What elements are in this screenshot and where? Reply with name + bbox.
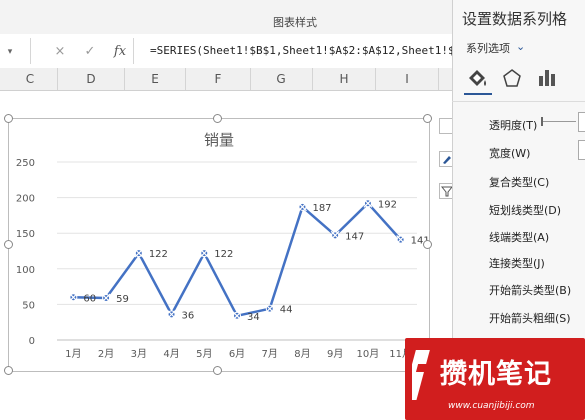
- fill-line-icon[interactable]: [465, 66, 491, 90]
- data-label: 44: [280, 305, 293, 316]
- column-separator: [438, 68, 439, 90]
- resize-handle-bottom[interactable]: [213, 366, 222, 375]
- line-chart[interactable]: 销量 0 50 100 150 200 250 1月 2月 3月 4月 5月 6月 7月 8月 9月 10月…: [9, 119, 429, 371]
- name-box-dropdown-icon[interactable]: ▾: [0, 43, 20, 61]
- formula-input[interactable]: =SERIES(Sheet1!$B$1,Sheet1!$A$2:$A$12,Sh…: [150, 44, 452, 57]
- data-label: 122: [214, 249, 233, 260]
- data-label: 59: [116, 294, 129, 305]
- column-header-i[interactable]: I: [392, 72, 422, 88]
- data-label: 122: [149, 249, 168, 260]
- resize-handle-right[interactable]: [423, 240, 432, 249]
- series-options-bar-icon[interactable]: [534, 66, 560, 90]
- series-options-dropdown[interactable]: 系列选项: [466, 40, 510, 56]
- data-label: 36: [182, 310, 195, 321]
- cancel-icon[interactable]: ×: [50, 43, 70, 61]
- name-box-divider: [30, 38, 31, 64]
- transparency-input[interactable]: [578, 112, 585, 132]
- resize-handle-left[interactable]: [4, 240, 13, 249]
- series-marker[interactable]: [265, 304, 275, 314]
- column-separator: [250, 68, 251, 90]
- ribbon-strip: [0, 0, 452, 35]
- y-tick-label: 250: [16, 158, 35, 169]
- x-tick-label: 6月: [229, 348, 245, 360]
- x-tick-label: 1月: [65, 348, 81, 360]
- watermark-text: 攒机笔记: [440, 359, 552, 390]
- option-begin-arrow-type[interactable]: 开始箭头类型(B): [489, 282, 571, 298]
- column-separator: [57, 68, 58, 90]
- y-tick-label: 50: [22, 300, 35, 311]
- x-tick-label: 9月: [327, 348, 343, 360]
- active-tab-indicator: [464, 93, 492, 95]
- formula-bar-divider: [133, 38, 134, 64]
- chevron-down-icon[interactable]: ⌄: [516, 40, 525, 53]
- resize-handle-top-right[interactable]: [423, 114, 432, 123]
- data-label: 34: [247, 312, 260, 323]
- x-tick-label: 5月: [196, 348, 212, 360]
- option-dash-type[interactable]: 短划线类型(D): [489, 202, 561, 218]
- option-join-type[interactable]: 连接类型(J): [489, 255, 545, 271]
- resize-handle-bottom-left[interactable]: [4, 366, 13, 375]
- data-label: 147: [345, 231, 364, 242]
- column-header-e[interactable]: E: [140, 72, 170, 88]
- option-transparency: 透明度(T): [489, 119, 538, 132]
- width-input[interactable]: [578, 140, 585, 160]
- column-header-f[interactable]: F: [203, 72, 233, 88]
- column-header-h[interactable]: H: [329, 72, 359, 88]
- pane-title: 设置数据系列格: [462, 10, 568, 28]
- series-marker[interactable]: [199, 248, 209, 258]
- y-tick-label: 0: [29, 336, 35, 347]
- option-cap-type[interactable]: 线端类型(A): [489, 229, 549, 245]
- option-compound-type[interactable]: 复合类型(C): [489, 174, 549, 190]
- effects-pentagon-icon[interactable]: [499, 66, 525, 90]
- resize-handle-top-left[interactable]: [4, 114, 13, 123]
- column-header-c[interactable]: C: [15, 72, 45, 88]
- option-begin-arrow-size[interactable]: 开始箭头粗细(S): [489, 310, 571, 326]
- column-header-g[interactable]: G: [266, 72, 296, 88]
- data-label: 192: [378, 199, 397, 210]
- series-marker[interactable]: [232, 311, 242, 321]
- insert-function-icon[interactable]: fx: [110, 43, 130, 61]
- series-marker[interactable]: [363, 198, 373, 208]
- x-tick-label: 10月: [357, 348, 380, 360]
- option-width: 宽度(W): [489, 147, 531, 160]
- series-marker[interactable]: [330, 230, 340, 240]
- x-tick-label: 7月: [262, 348, 278, 360]
- watermark-url: www.cuanjibiji.com: [448, 401, 535, 411]
- series-marker[interactable]: [167, 309, 176, 319]
- y-tick-label: 100: [16, 265, 35, 276]
- ribbon-group-title: 图表样式: [273, 16, 317, 29]
- series-marker[interactable]: [68, 292, 78, 302]
- y-axis-ticks: 0 50 100 150 200 250: [16, 158, 35, 347]
- data-label: 60: [83, 293, 96, 304]
- data-label: 187: [312, 203, 331, 214]
- x-tick-label: 8月: [294, 348, 310, 360]
- column-separator: [312, 68, 313, 90]
- x-tick-label: 4月: [163, 348, 179, 360]
- column-separator: [124, 68, 125, 90]
- transparency-slider-thumb[interactable]: [541, 117, 543, 126]
- transparency-slider-track[interactable]: [542, 121, 576, 122]
- series-marker[interactable]: [101, 293, 111, 303]
- column-separator: [185, 68, 186, 90]
- column-header-d[interactable]: D: [76, 72, 106, 88]
- resize-handle-top[interactable]: [213, 114, 222, 123]
- x-tick-label: 3月: [131, 348, 147, 360]
- pane-divider: [452, 101, 585, 102]
- series-marker[interactable]: [396, 235, 406, 245]
- watermark-logo-icon: [412, 350, 431, 400]
- y-tick-label: 150: [16, 229, 35, 240]
- x-tick-label: 2月: [98, 348, 114, 360]
- enter-icon[interactable]: ✓: [80, 43, 100, 61]
- chart-area[interactable]: 销量 0 50 100 150 200 250 1月 2月 3月 4月 5月 6月 7月 8月 9月 10月…: [8, 118, 430, 372]
- column-separator: [375, 68, 376, 90]
- chart-title[interactable]: 销量: [204, 131, 234, 149]
- series-marker[interactable]: [298, 202, 307, 212]
- series-marker[interactable]: [134, 248, 144, 258]
- y-tick-label: 200: [16, 194, 35, 205]
- x-axis-ticks: 1月 2月 3月 4月 5月 6月 7月 8月 9月 10月 11月: [65, 348, 412, 360]
